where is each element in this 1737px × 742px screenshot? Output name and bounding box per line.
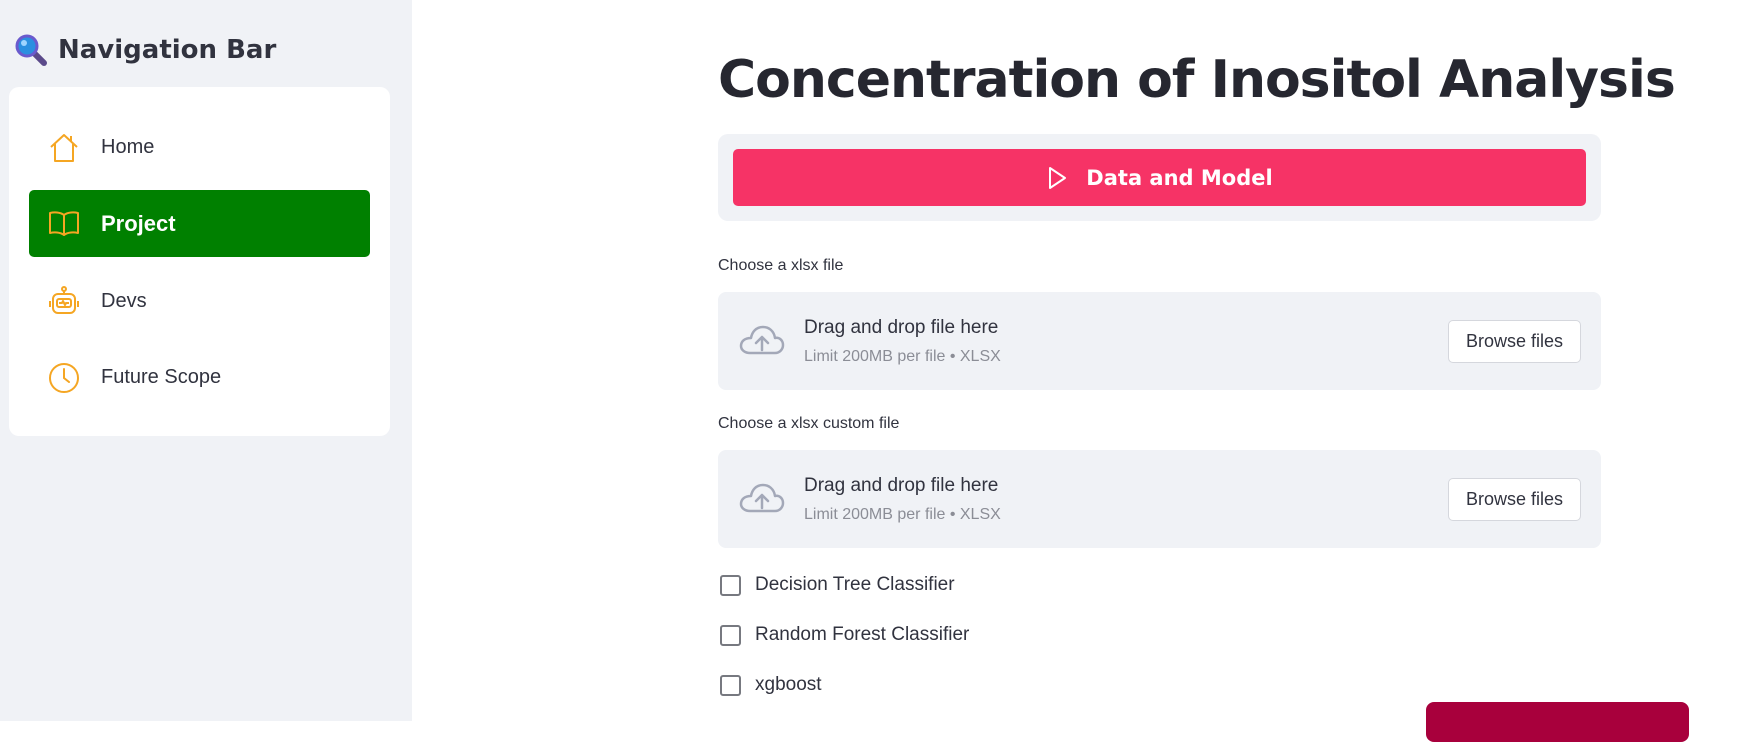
nav-item-future-scope[interactable]: Future Scope bbox=[29, 344, 370, 411]
checkbox[interactable] bbox=[720, 624, 741, 646]
book-icon bbox=[49, 210, 79, 236]
data-and-model-button[interactable]: Data and Model bbox=[733, 149, 1586, 206]
checkbox[interactable] bbox=[720, 674, 741, 696]
uploader-label: Choose a xlsx file bbox=[718, 257, 844, 274]
nav-item-label: Home bbox=[101, 136, 155, 158]
checkbox-random-forest[interactable]: Random Forest Classifier bbox=[720, 624, 969, 646]
checkbox-xgboost[interactable]: xgboost bbox=[720, 674, 822, 696]
checkbox-decision-tree[interactable]: Decision Tree Classifier bbox=[720, 574, 955, 596]
nav-item-project[interactable]: Project bbox=[29, 190, 370, 257]
uploader-label: Choose a xlsx custom file bbox=[718, 415, 900, 432]
checkbox-label: Random Forest Classifier bbox=[755, 624, 970, 645]
checkbox-label: xgboost bbox=[755, 674, 822, 695]
dropzone-instruction: Drag and drop file here bbox=[804, 317, 999, 338]
dropzone-text: Drag and drop file here Limit 200MB per … bbox=[804, 317, 1001, 366]
nav-title: Navigation Bar bbox=[14, 30, 276, 70]
checkbox[interactable] bbox=[720, 574, 741, 596]
nav-item-label: Project bbox=[101, 210, 176, 236]
magnifier-icon bbox=[15, 34, 47, 66]
house-icon bbox=[50, 133, 78, 162]
nav-title-text: Navigation Bar bbox=[58, 35, 277, 65]
page-title: Concentration of Inositol Analysis bbox=[718, 50, 1676, 110]
play-icon bbox=[1049, 166, 1067, 189]
browse-files-button[interactable]: Browse files bbox=[1448, 320, 1581, 363]
dropzone-instruction: Drag and drop file here bbox=[804, 475, 999, 496]
robot-icon bbox=[49, 285, 79, 314]
nav-menu: Home Project Devs Future Scope bbox=[9, 87, 390, 436]
upload-cloud-icon bbox=[739, 325, 785, 355]
dropzone-limit: Limit 200MB per file • XLSX bbox=[804, 348, 1001, 365]
clock-icon bbox=[49, 362, 79, 393]
floating-widget[interactable] bbox=[1426, 702, 1689, 742]
nav-item-label: Future Scope bbox=[101, 366, 222, 388]
nav-item-devs[interactable]: Devs bbox=[29, 268, 370, 335]
sidebar: Navigation Bar Home Project Devs Future … bbox=[0, 0, 412, 721]
file-dropzone[interactable]: Drag and drop file here Limit 200MB per … bbox=[718, 292, 1601, 390]
dropzone-limit: Limit 200MB per file • XLSX bbox=[804, 506, 1001, 523]
nav-item-label: Devs bbox=[101, 290, 147, 312]
checkbox-label: Decision Tree Classifier bbox=[755, 574, 955, 595]
dropzone-text: Drag and drop file here Limit 200MB per … bbox=[804, 475, 1001, 524]
run-panel: Data and Model bbox=[718, 134, 1601, 221]
nav-item-home[interactable]: Home bbox=[29, 114, 370, 181]
file-dropzone[interactable]: Drag and drop file here Limit 200MB per … bbox=[718, 450, 1601, 548]
browse-files-button[interactable]: Browse files bbox=[1448, 478, 1581, 521]
upload-cloud-icon bbox=[739, 483, 785, 513]
button-label: Data and Model bbox=[1086, 165, 1273, 190]
